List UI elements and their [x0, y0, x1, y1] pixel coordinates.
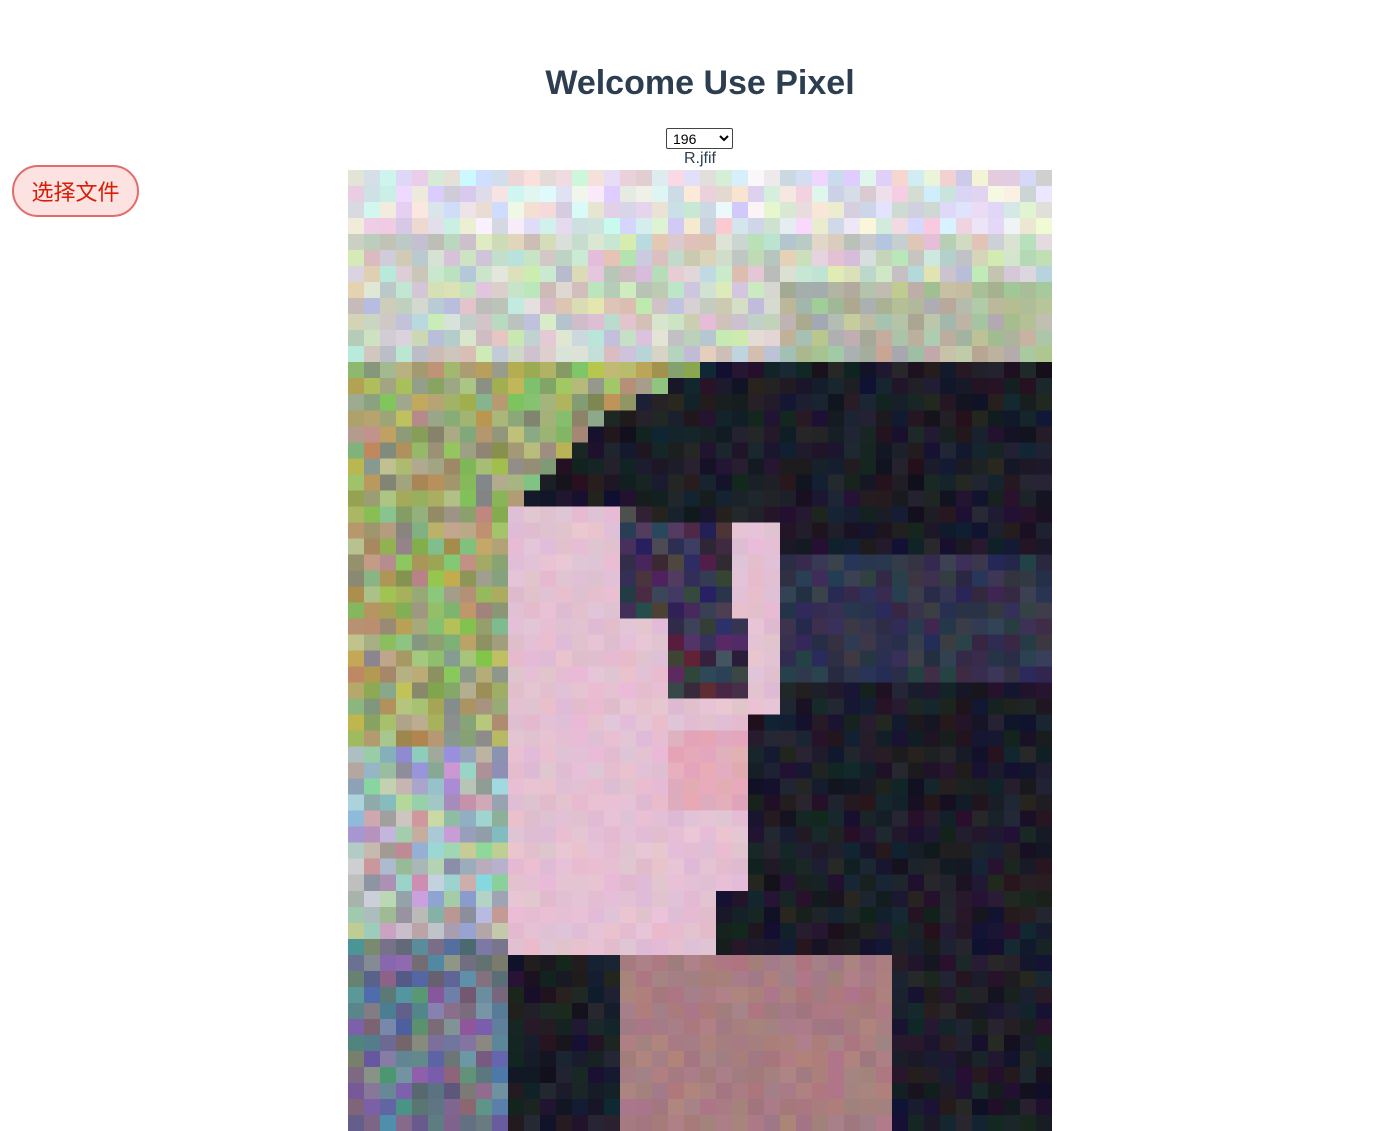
choose-file-button[interactable]: 选择文件: [12, 165, 139, 217]
page: Welcome Use Pixel 选择文件 196 R.jfif: [0, 0, 1400, 1131]
page-title: Welcome Use Pixel: [545, 64, 855, 102]
pixelated-image: [348, 170, 1052, 1131]
pixel-canvas: [348, 170, 1052, 1131]
pixel-size-select[interactable]: 196: [666, 128, 733, 149]
file-name: R.jfif: [684, 150, 716, 167]
